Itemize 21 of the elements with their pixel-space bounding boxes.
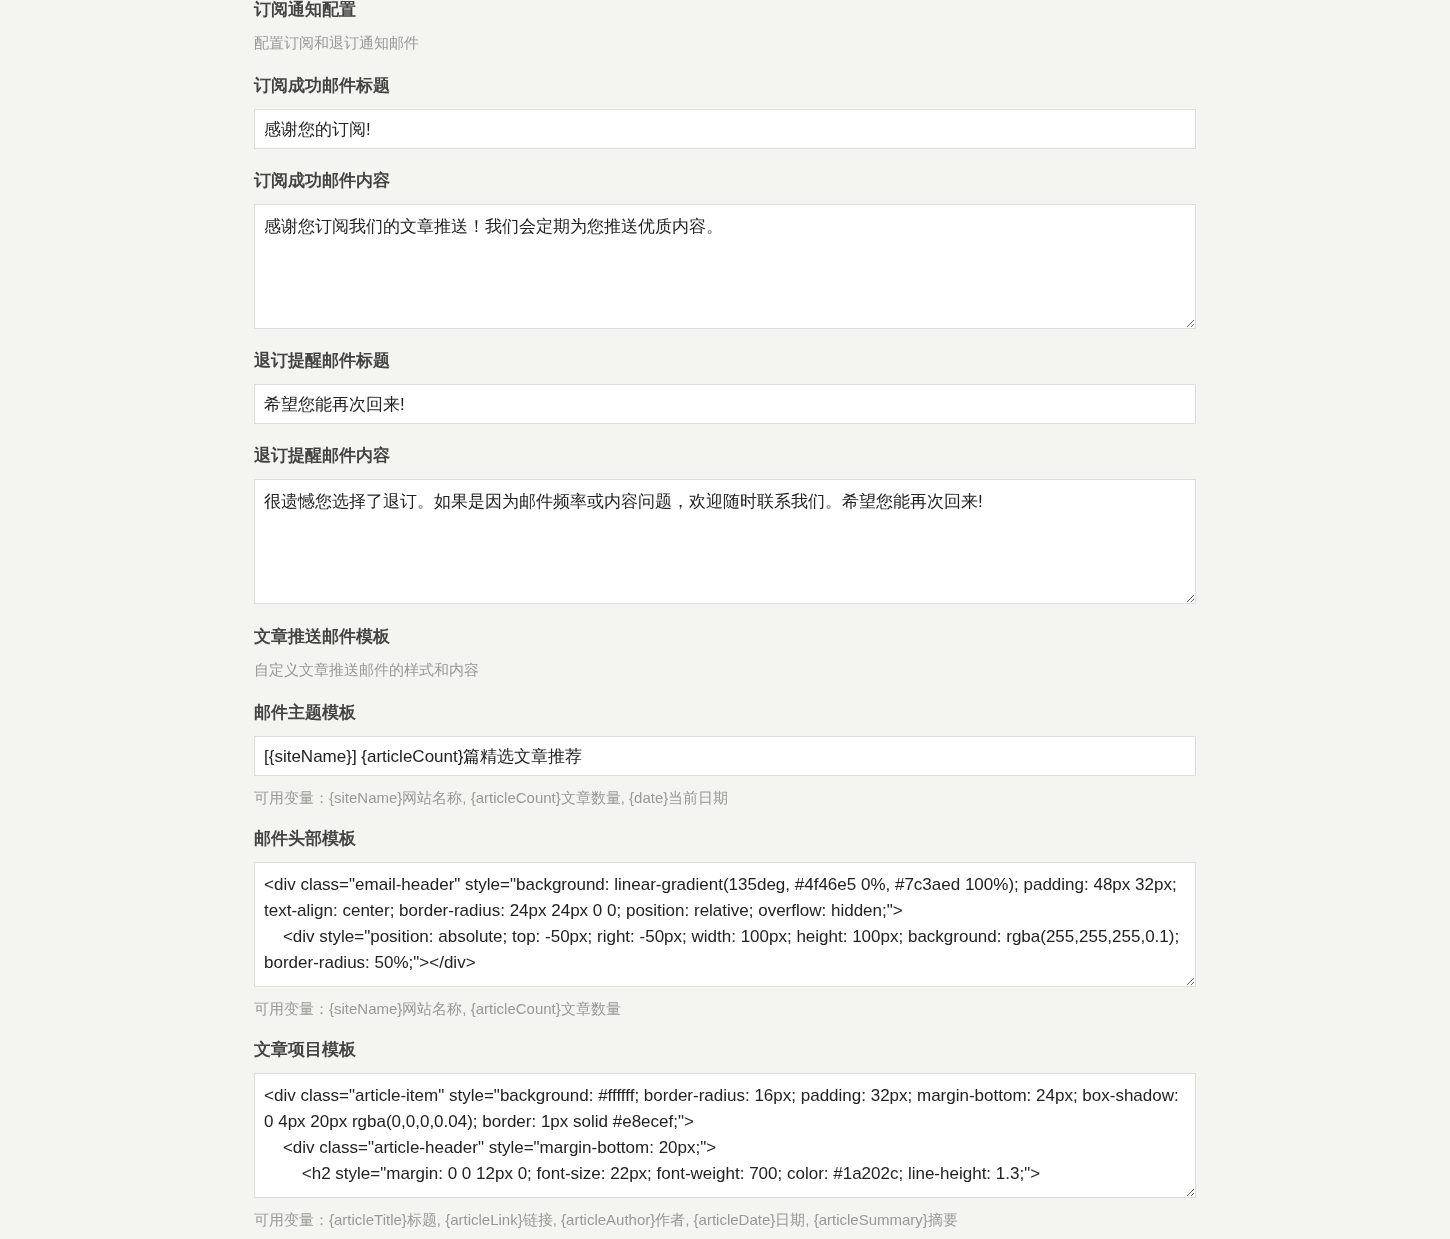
field-label: 邮件头部模板 bbox=[254, 829, 357, 849]
text-input[interactable]: 希望您能再次回来! bbox=[254, 384, 1196, 424]
section-title: 文章推送邮件模板 bbox=[254, 627, 391, 647]
variables-hint: 可用变量：{articleTitle}标题, {articleLink}链接, {articleAuthor}作者, {articleDate}日期, {articleSummary}摘要 bbox=[254, 1211, 959, 1229]
section-description: 自定义文章推送邮件的样式和内容 bbox=[254, 661, 480, 679]
textarea-field[interactable]: <div class="email-header" style="background: linear-gradient(135deg, #4f46e5 0%, #7c3aed 100%); padding: 48px 32px; text-align: center; border-radius: 24px 24px 0 0; position: relative; overflow: hidden;"> <div style="position: absolute; top: -50px; right: -50px; width: 100px; height: 100px; background: rgba(255,255,255,0.1); border-radius: 50%;"></div> bbox=[254, 862, 1196, 987]
variables-hint: 可用变量：{siteName}网站名称, {articleCount}文章数量 bbox=[254, 1000, 622, 1018]
textarea-field[interactable]: 很遗憾您选择了退订。如果是因为邮件频率或内容问题，欢迎随时联系我们。希望您能再次回来! bbox=[254, 479, 1196, 604]
text-input[interactable]: [{siteName}] {articleCount}篇精选文章推荐 bbox=[254, 736, 1196, 776]
field-label: 退订提醒邮件内容 bbox=[254, 446, 391, 466]
section-description: 配置订阅和退订通知邮件 bbox=[254, 34, 420, 52]
field-label: 文章项目模板 bbox=[254, 1040, 357, 1060]
text-input[interactable]: 感谢您的订阅! bbox=[254, 109, 1196, 149]
field-label: 订阅成功邮件内容 bbox=[254, 171, 391, 191]
section-title: 订阅通知配置 bbox=[254, 0, 357, 20]
field-label: 订阅成功邮件标题 bbox=[254, 76, 391, 96]
textarea-field[interactable]: 感谢您订阅我们的文章推送！我们会定期为您推送优质内容。 bbox=[254, 204, 1196, 329]
field-label: 退订提醒邮件标题 bbox=[254, 351, 391, 371]
textarea-field[interactable]: <div class="article-item" style="background: #ffffff; border-radius: 16px; padding: 32px; margin-bottom: 24px; box-shadow: 0 4px 20px rgba(0,0,0,0.04); border: 1px solid #e8ecef;"> <div class="article-header" style="margin-bottom: 20px;"> <h2 style="margin: 0 0 12px 0; font-size: 22px; font-weight: 700; color: #1a202c; line-height: 1.3;"> bbox=[254, 1073, 1196, 1198]
variables-hint: 可用变量：{siteName}网站名称, {articleCount}文章数量, {date}当前日期 bbox=[254, 789, 730, 807]
field-label: 邮件主题模板 bbox=[254, 703, 357, 723]
